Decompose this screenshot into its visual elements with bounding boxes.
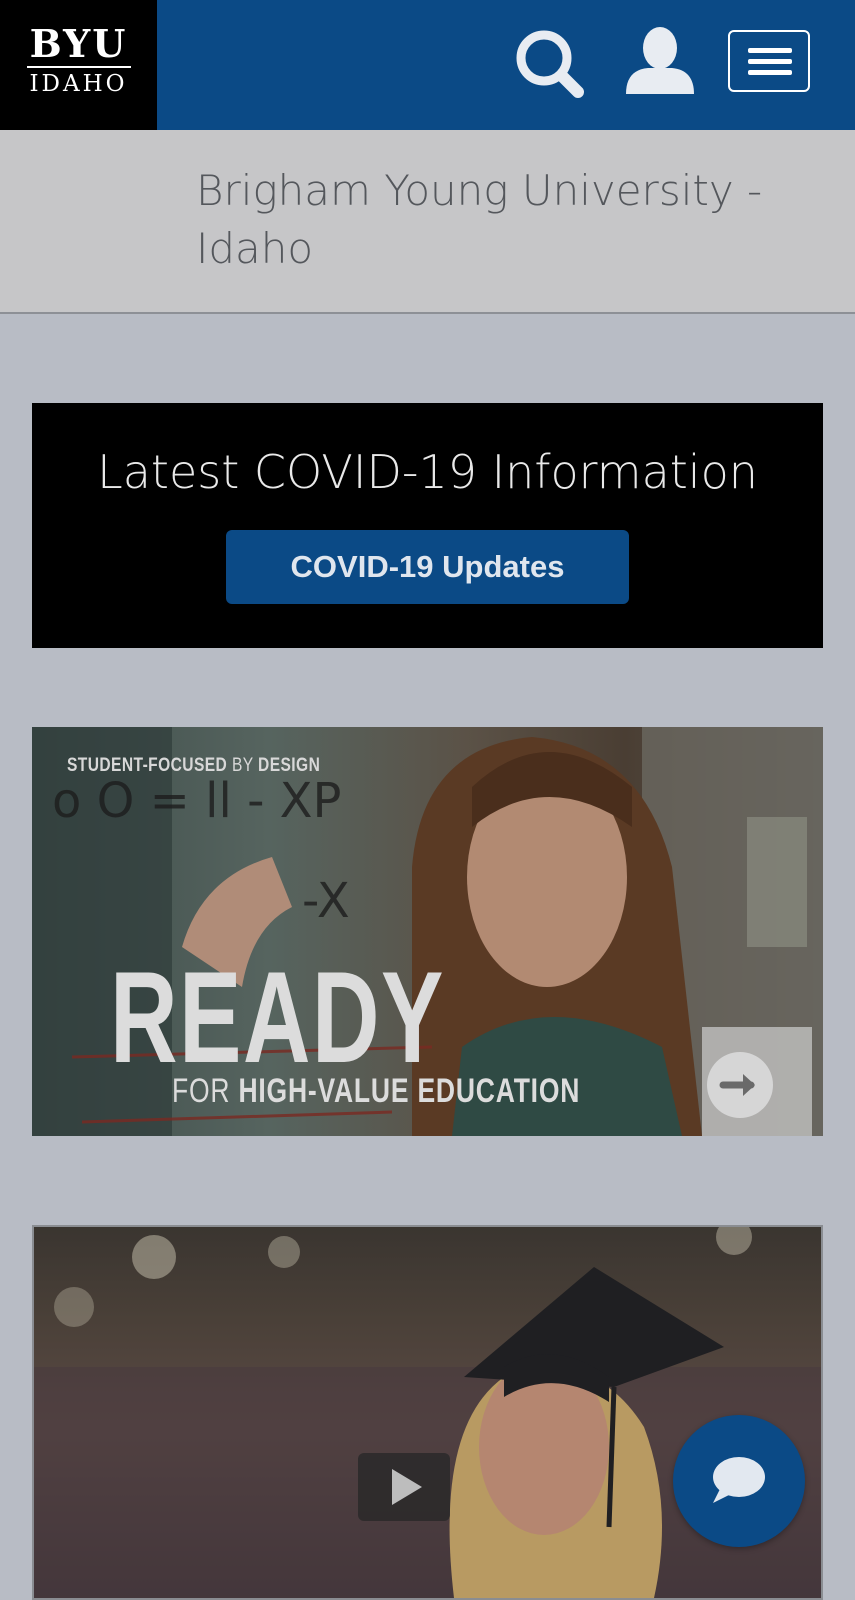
covid-info-panel: Latest COVID-19 Information COVID-19 Upd… (32, 403, 823, 648)
banner-kicker: STUDENT-FOCUSED BY DESIGN (67, 755, 321, 776)
menu-button[interactable] (728, 30, 810, 92)
banner-next-button[interactable] (707, 1052, 773, 1118)
banner-subheadline: FOR HIGH-VALUE EDUCATION (172, 1072, 581, 1110)
page-title: Brigham Young University - Idaho (196, 166, 763, 273)
ready-banner[interactable]: o O = ll - XP -X STUDENT-FOCUSED BY DESI… (32, 727, 823, 1136)
search-button[interactable] (512, 18, 590, 110)
user-icon (626, 27, 694, 94)
video-play-button[interactable] (358, 1453, 450, 1521)
logo-byu-text: BYU (29, 21, 128, 66)
chat-button[interactable] (673, 1415, 805, 1547)
search-icon (516, 30, 584, 98)
hamburger-menu-icon (748, 48, 792, 53)
banner-headline: READY (110, 944, 445, 1090)
svg-text:-X: -X (302, 873, 350, 929)
title-band: Brigham Young University - Idaho (0, 130, 855, 314)
logo-divider (26, 66, 131, 68)
logo-idaho-text: IDAHO (29, 71, 128, 97)
covid-updates-button[interactable]: COVID-19 Updates (226, 530, 629, 604)
site-header: BYU IDAHO (0, 0, 855, 130)
covid-heading: Latest COVID-19 Information (97, 445, 758, 499)
chat-bubble-icon (713, 1457, 765, 1503)
account-button[interactable] (620, 18, 700, 110)
arrow-right-icon (719, 1074, 755, 1096)
svg-text:o O = ll - XP: o O = ll - XP (52, 773, 341, 829)
play-icon (392, 1469, 422, 1505)
byu-idaho-logo[interactable]: BYU IDAHO (0, 0, 157, 130)
